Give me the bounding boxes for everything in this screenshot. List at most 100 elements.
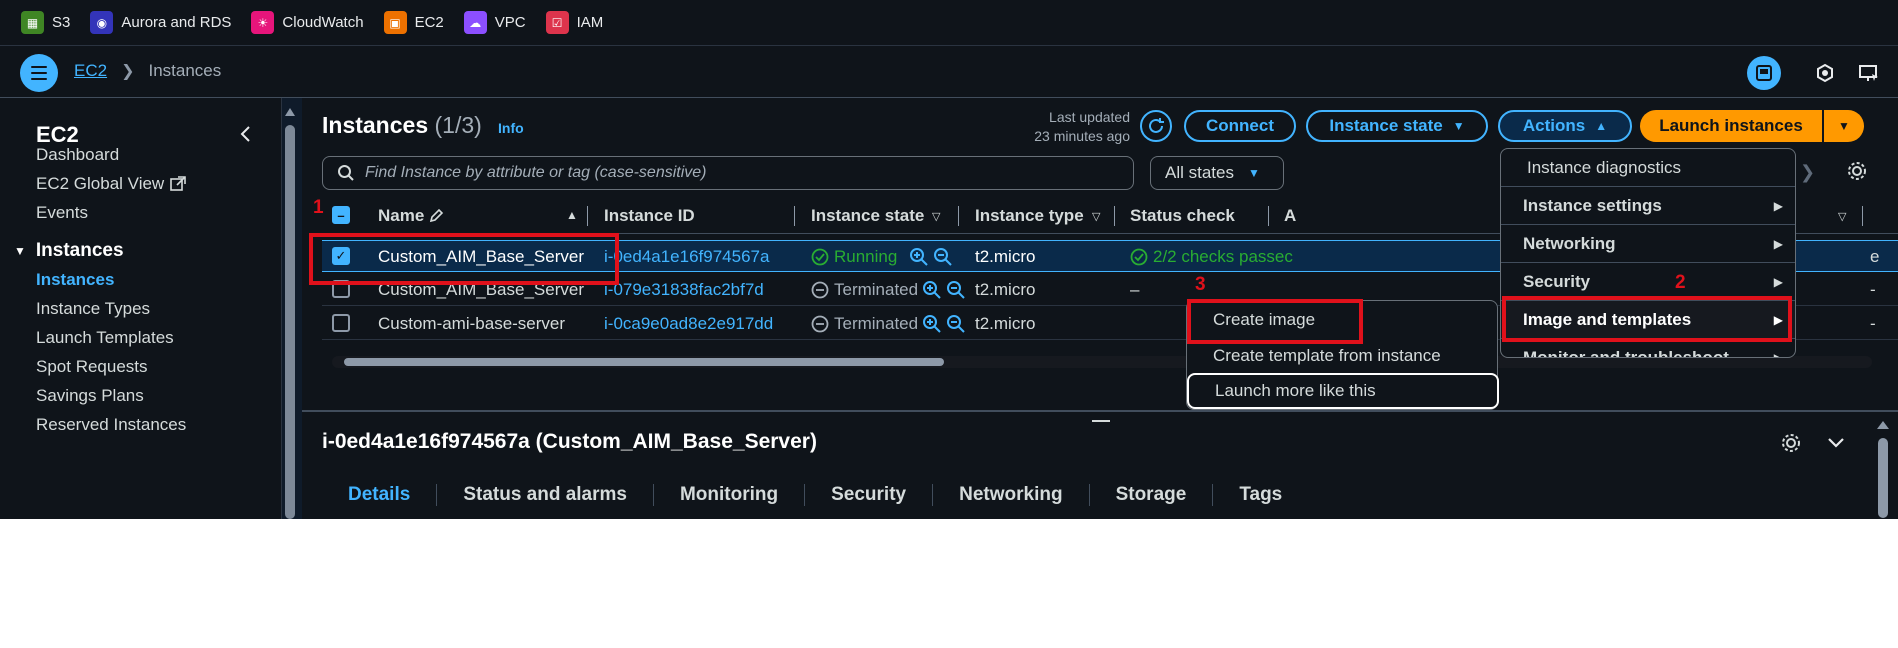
status-label: 2/2 checks passec	[1153, 247, 1293, 266]
zoom-out-icon[interactable]	[933, 247, 953, 267]
details-settings-icon[interactable]	[1780, 432, 1802, 459]
fav-aurora-rds[interactable]: ◉ Aurora and RDS	[90, 11, 231, 34]
tab-status-and-alarms[interactable]: Status and alarms	[437, 484, 654, 506]
favorites-bar: ▦ S3 ◉ Aurora and RDS ☀ CloudWatch ▣ EC2…	[0, 0, 1898, 46]
breadcrumb-ec2-link[interactable]: EC2	[74, 61, 107, 81]
row-instance-id-link[interactable]: i-0ca9e0ad8e2e917dd	[604, 314, 773, 334]
info-link[interactable]: Info	[498, 120, 524, 136]
filter-icon[interactable]: ▽	[932, 210, 940, 223]
row-instance-id-link[interactable]: i-0ed4a1e16f974567a	[604, 247, 769, 267]
row-status: 2/2 checks passec	[1130, 247, 1293, 267]
check-circle-icon	[811, 248, 829, 266]
sort-ascending-icon[interactable]: ▲	[566, 208, 578, 222]
column-instance-state[interactable]: Instance state	[811, 206, 924, 226]
row-instance-id-link[interactable]: i-079e31838fac2bf7d	[604, 280, 764, 300]
stop-circle-icon	[811, 315, 829, 333]
sidebar-item-instances[interactable]: Instances	[36, 270, 114, 290]
actions-button[interactable]: Actions ▲	[1498, 110, 1632, 142]
row-type: t2.micro	[975, 247, 1036, 266]
scrollbar-thumb[interactable]	[1878, 438, 1888, 518]
search-icon	[338, 165, 354, 181]
menu-item-instance-settings[interactable]: Instance settings ▶	[1501, 187, 1795, 225]
tab-storage[interactable]: Storage	[1090, 484, 1214, 506]
row-type: t2.micro	[975, 314, 1036, 333]
fav-cloudwatch[interactable]: ☀ CloudWatch	[251, 11, 364, 34]
zoom-in-icon[interactable]	[922, 314, 942, 334]
state-label: Terminated	[834, 280, 919, 299]
scrollbar-thumb[interactable]	[344, 358, 944, 366]
menu-item-instance-diagnostics[interactable]: Instance diagnostics	[1501, 149, 1795, 187]
column-divider	[587, 206, 588, 226]
column-label: Name	[378, 206, 425, 225]
menu-item-networking[interactable]: Networking ▶	[1501, 225, 1795, 263]
tab-monitoring[interactable]: Monitoring	[654, 484, 806, 506]
fav-label: CloudWatch	[282, 14, 364, 31]
select-all-checkbox[interactable]: –	[332, 206, 350, 224]
zoom-out-icon[interactable]	[946, 314, 966, 334]
caret-right-icon: ▶	[1773, 236, 1783, 251]
launch-dropdown-button[interactable]: ▼	[1824, 110, 1864, 142]
resize-handle-icon[interactable]	[1092, 420, 1110, 422]
sidebar-item-savings-plans[interactable]: Savings Plans	[36, 386, 144, 406]
aws-console: ▦ S3 ◉ Aurora and RDS ☀ CloudWatch ▣ EC2…	[0, 0, 1898, 519]
instance-state-button[interactable]: Instance state ▼	[1306, 110, 1488, 142]
sidebar-scrollbar[interactable]	[284, 103, 296, 519]
state-filter-select[interactable]: All states ▼	[1150, 156, 1284, 190]
menu-icon[interactable]	[20, 54, 58, 92]
filter-icon[interactable]: ▽	[1838, 210, 1846, 223]
row-state: Running	[811, 247, 953, 267]
sidebar-item-reserved-instances[interactable]: Reserved Instances	[36, 415, 186, 435]
fav-s3[interactable]: ▦ S3	[21, 11, 70, 34]
sidebar-section-instances[interactable]: ▼ Instances	[14, 240, 124, 262]
zoom-out-icon[interactable]	[946, 280, 966, 300]
column-instance-type[interactable]: Instance type	[975, 206, 1084, 226]
menu-item-label: Security	[1523, 271, 1591, 291]
tab-tags[interactable]: Tags	[1213, 484, 1308, 506]
fav-ec2[interactable]: ▣ EC2	[383, 11, 444, 34]
column-name[interactable]: Name	[378, 206, 444, 226]
fav-iam[interactable]: ☑ IAM	[545, 11, 603, 34]
row-name: Custom-ami-base-server	[378, 314, 566, 333]
column-instance-id[interactable]: Instance ID	[604, 206, 695, 226]
page-title-text: Instances	[322, 112, 429, 138]
display-icon[interactable]	[1852, 56, 1886, 90]
annotation-number: 2	[1675, 272, 1686, 293]
table-settings-icon[interactable]	[1846, 160, 1868, 187]
search-bar[interactable]	[322, 156, 1134, 190]
submenu-item-create-template[interactable]: Create template from instance	[1187, 339, 1497, 373]
sidebar-item-launch-templates[interactable]: Launch Templates	[36, 328, 174, 348]
search-input[interactable]	[365, 164, 1105, 182]
chevron-down-icon[interactable]	[1826, 434, 1846, 457]
pagination-next-icon[interactable]: ❯	[1800, 162, 1815, 183]
tab-networking[interactable]: Networking	[933, 484, 1090, 506]
sidebar-item-spot-requests[interactable]: Spot Requests	[36, 357, 148, 377]
zoom-in-icon[interactable]	[909, 247, 929, 267]
sidebar-item-dashboard[interactable]: Dashboard	[36, 145, 119, 165]
state-label: Running	[834, 247, 898, 266]
fav-vpc[interactable]: ☁ VPC	[463, 11, 526, 34]
panel-toggle-icon[interactable]	[1747, 56, 1781, 90]
zoom-in-icon[interactable]	[922, 280, 942, 300]
row-tail: -	[1870, 314, 1876, 333]
sidebar-item-global-view[interactable]: EC2 Global View	[36, 174, 187, 194]
scrollbar-thumb[interactable]	[285, 125, 295, 519]
settings-hex-icon[interactable]	[1808, 56, 1842, 90]
column-alarm-status[interactable]: A	[1284, 206, 1296, 226]
main-vertical-scrollbar[interactable]	[1876, 414, 1890, 519]
tab-security[interactable]: Security	[805, 484, 934, 506]
fav-label: S3	[52, 14, 71, 31]
submenu-item-launch-more[interactable]: Launch more like this	[1187, 373, 1499, 409]
caret-right-icon: ▶	[1773, 274, 1783, 289]
sidebar-item-instance-types[interactable]: Instance Types	[36, 299, 150, 319]
launch-instances-button[interactable]: Launch instances	[1640, 110, 1822, 142]
menu-item-label: Instance settings	[1523, 195, 1662, 215]
tab-details[interactable]: Details	[322, 484, 438, 506]
filter-icon[interactable]: ▽	[1092, 210, 1100, 223]
state-filter-value: All states	[1165, 163, 1234, 182]
row-checkbox[interactable]	[332, 314, 350, 332]
column-status-check[interactable]: Status check	[1130, 206, 1235, 226]
chevron-left-icon[interactable]	[236, 124, 256, 144]
refresh-button[interactable]	[1140, 110, 1172, 142]
connect-button[interactable]: Connect	[1184, 110, 1296, 142]
sidebar-item-events[interactable]: Events	[36, 203, 88, 223]
